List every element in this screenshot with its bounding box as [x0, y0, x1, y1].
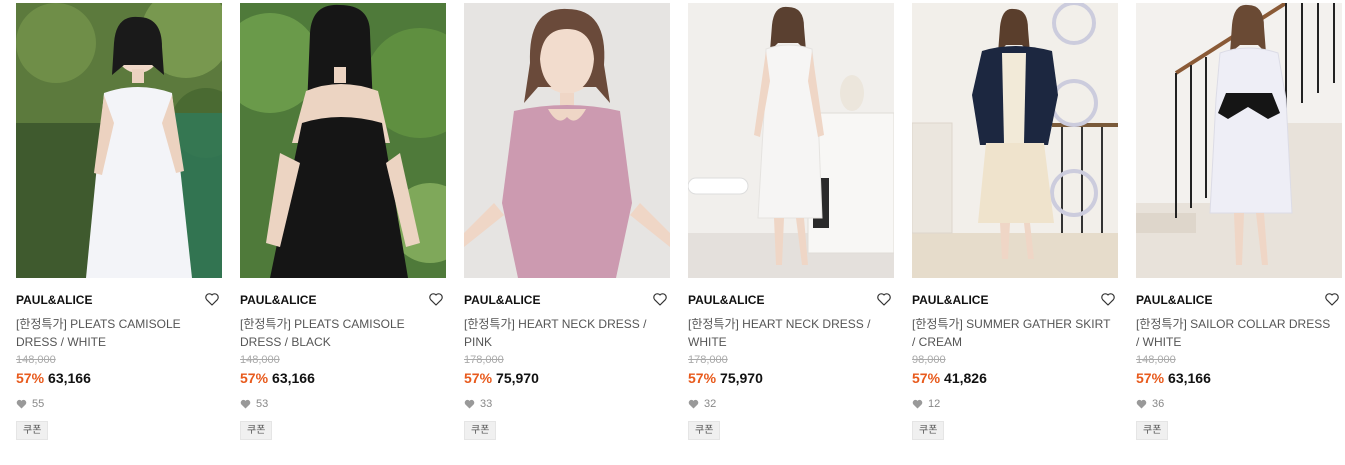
product-card[interactable]: PAUL&ALICE [한정특가] PLEATS CAMISOLE DRESS …: [240, 3, 446, 440]
sale-price: 41,826: [944, 370, 987, 386]
like-count-value: 36: [1152, 398, 1165, 410]
like-count-value: 53: [256, 398, 269, 410]
like-count: 53: [240, 397, 446, 411]
wishlist-heart-icon[interactable]: [428, 291, 444, 307]
coupon-badge: 쿠폰: [688, 421, 721, 440]
discount-rate: 57%: [240, 370, 269, 386]
product-card[interactable]: PAUL&ALICE [한정특가] SAILOR COLLAR DRESS / …: [1136, 3, 1342, 440]
sale-price: 75,970: [720, 370, 763, 386]
like-heart-icon: [464, 399, 475, 409]
original-price: 148,000: [1136, 354, 1176, 366]
like-count: 33: [464, 397, 670, 411]
product-image[interactable]: [912, 3, 1118, 278]
sale-price: 75,970: [496, 370, 539, 386]
like-count: 55: [16, 397, 222, 411]
coupon-badge: 쿠폰: [1136, 421, 1169, 440]
original-price: 178,000: [688, 354, 728, 366]
product-name[interactable]: [한정특가] HEART NECK DRESS / PINK: [464, 315, 664, 351]
wishlist-heart-icon[interactable]: [876, 291, 892, 307]
wishlist-heart-icon[interactable]: [1324, 291, 1340, 307]
coupon-badge: 쿠폰: [464, 421, 497, 440]
product-name[interactable]: [한정특가] PLEATS CAMISOLE DRESS / BLACK: [240, 315, 440, 351]
product-name[interactable]: [한정특가] SUMMER GATHER SKIRT / CREAM: [912, 315, 1112, 351]
original-price: 98,000: [912, 354, 946, 366]
product-image[interactable]: [16, 3, 222, 278]
brand-name[interactable]: PAUL&ALICE: [240, 291, 316, 309]
wishlist-heart-icon[interactable]: [1100, 291, 1116, 307]
coupon-badge: 쿠폰: [240, 421, 273, 440]
sale-price: 63,166: [272, 370, 315, 386]
product-grid: PAUL&ALICE [한정특가] PLEATS CAMISOLE DRESS …: [0, 0, 1345, 465]
like-heart-icon: [688, 399, 699, 409]
original-price: 148,000: [240, 354, 280, 366]
price-row: 57% 63,166: [16, 369, 222, 387]
discount-rate: 57%: [1136, 370, 1165, 386]
original-price: 148,000: [16, 354, 56, 366]
brand-name[interactable]: PAUL&ALICE: [16, 291, 92, 309]
price-row: 57% 75,970: [688, 369, 894, 387]
like-heart-icon: [240, 399, 251, 409]
coupon-badge: 쿠폰: [912, 421, 945, 440]
coupon-badge: 쿠폰: [16, 421, 49, 440]
like-count: 32: [688, 397, 894, 411]
price-row: 57% 63,166: [240, 369, 446, 387]
wishlist-heart-icon[interactable]: [204, 291, 220, 307]
product-image[interactable]: [464, 3, 670, 278]
like-count: 12: [912, 397, 1118, 411]
wishlist-heart-icon[interactable]: [652, 291, 668, 307]
like-heart-icon: [912, 399, 923, 409]
price-row: 57% 41,826: [912, 369, 1118, 387]
brand-name[interactable]: PAUL&ALICE: [912, 291, 988, 309]
like-count-value: 32: [704, 398, 717, 410]
product-image[interactable]: [688, 3, 894, 278]
product-card[interactable]: PAUL&ALICE [한정특가] SUMMER GATHER SKIRT / …: [912, 3, 1118, 440]
product-card[interactable]: PAUL&ALICE [한정특가] HEART NECK DRESS / PIN…: [464, 3, 670, 440]
discount-rate: 57%: [464, 370, 493, 386]
product-name[interactable]: [한정특가] HEART NECK DRESS / WHITE: [688, 315, 888, 351]
product-card[interactable]: PAUL&ALICE [한정특가] HEART NECK DRESS / WHI…: [688, 3, 894, 440]
brand-name[interactable]: PAUL&ALICE: [464, 291, 540, 309]
like-count-value: 33: [480, 398, 493, 410]
price-row: 57% 63,166: [1136, 369, 1342, 387]
product-image[interactable]: [240, 3, 446, 278]
brand-name[interactable]: PAUL&ALICE: [1136, 291, 1212, 309]
discount-rate: 57%: [16, 370, 45, 386]
product-name[interactable]: [한정특가] PLEATS CAMISOLE DRESS / WHITE: [16, 315, 216, 351]
product-image[interactable]: [1136, 3, 1342, 278]
product-card[interactable]: PAUL&ALICE [한정특가] PLEATS CAMISOLE DRESS …: [16, 3, 222, 440]
sale-price: 63,166: [1168, 370, 1211, 386]
like-heart-icon: [1136, 399, 1147, 409]
discount-rate: 57%: [912, 370, 941, 386]
like-count-value: 55: [32, 398, 45, 410]
discount-rate: 57%: [688, 370, 717, 386]
product-name[interactable]: [한정특가] SAILOR COLLAR DRESS / WHITE: [1136, 315, 1336, 351]
original-price: 178,000: [464, 354, 504, 366]
brand-name[interactable]: PAUL&ALICE: [688, 291, 764, 309]
sale-price: 63,166: [48, 370, 91, 386]
like-count: 36: [1136, 397, 1342, 411]
like-heart-icon: [16, 399, 27, 409]
like-count-value: 12: [928, 398, 941, 410]
price-row: 57% 75,970: [464, 369, 670, 387]
